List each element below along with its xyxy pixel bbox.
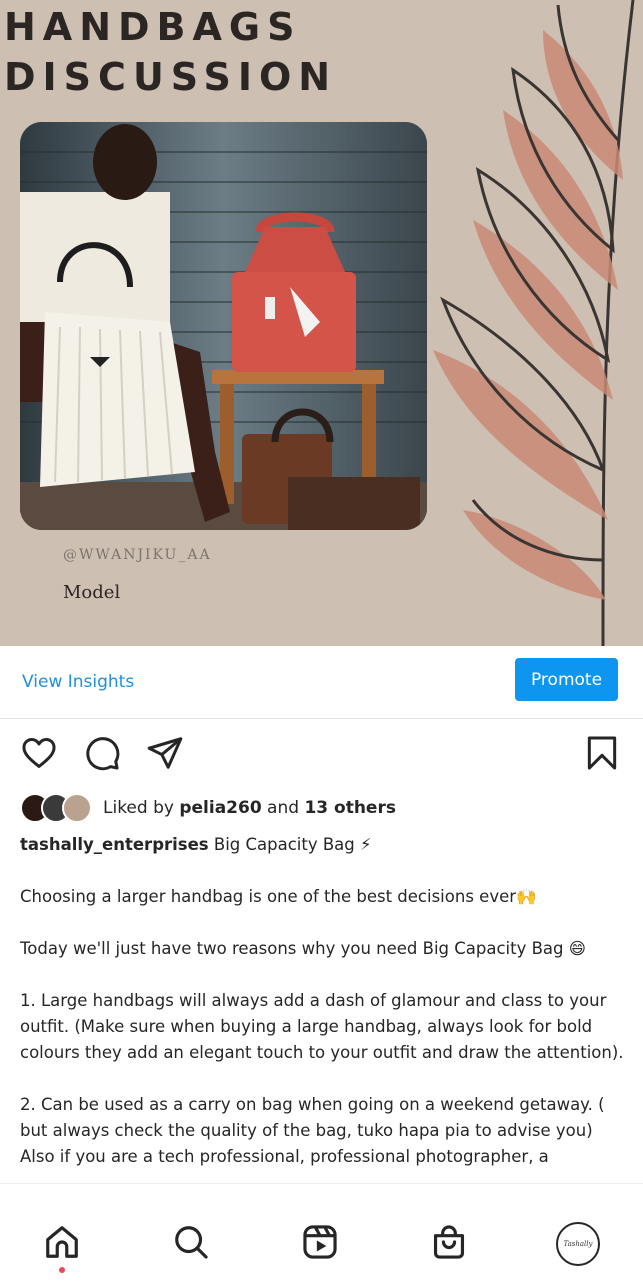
reels-icon[interactable]: [300, 1222, 340, 1262]
comment-icon[interactable]: [83, 734, 121, 776]
caption-paragraph: Today we'll just have two reasons why yo…: [20, 939, 586, 958]
model-credit: @WWANJIKU_AA: [63, 547, 212, 563]
model-role: Model: [63, 582, 121, 603]
post-image[interactable]: HANDBAGS DISCUSSION @WWANJIKU_AA Model: [0, 0, 643, 646]
notification-dot: [59, 1267, 65, 1273]
caption-username[interactable]: tashally_enterprises: [20, 835, 209, 854]
profile-avatar-label: Tashally: [563, 1240, 593, 1248]
home-icon[interactable]: [42, 1222, 82, 1262]
promote-button[interactable]: Promote: [515, 658, 618, 701]
caption-paragraph: 1. Large handbags will always add a dash…: [20, 991, 624, 1062]
shop-icon[interactable]: [429, 1222, 469, 1262]
view-insights-link[interactable]: View Insights: [22, 672, 134, 692]
poster-title-line1: HANDBAGS: [4, 5, 302, 49]
profile-avatar[interactable]: Tashally: [556, 1222, 600, 1266]
avatar: [62, 793, 92, 823]
search-icon[interactable]: [171, 1222, 211, 1262]
caption-paragraph: Also if you are a tech professional, pro…: [20, 1147, 549, 1166]
caption-paragraph: 2. Can be used as a carry on bag when go…: [20, 1095, 605, 1140]
caption-paragraph: Choosing a larger handbag is one of the …: [20, 887, 537, 906]
likes-row[interactable]: Liked by pelia260 and 13 others: [20, 793, 396, 823]
liker-username[interactable]: pelia260: [179, 798, 261, 818]
likes-others[interactable]: 13 others: [304, 798, 396, 818]
leaf-decoration: [433, 0, 635, 646]
caption-headline: Big Capacity Bag ⚡: [208, 835, 372, 854]
bookmark-icon[interactable]: [583, 734, 621, 776]
poster-title-line2: DISCUSSION: [4, 55, 338, 99]
post-caption: tashally_enterprises Big Capacity Bag ⚡ …: [20, 832, 626, 1170]
likes-text: Liked by pelia260 and 13 others: [103, 798, 396, 818]
model-photo: [20, 122, 427, 530]
post-actions: [0, 734, 643, 778]
bottom-nav: Tashally: [0, 1198, 643, 1280]
insights-row: View Insights Promote: [0, 646, 643, 719]
heart-icon[interactable]: [20, 734, 58, 776]
send-icon[interactable]: [146, 734, 184, 776]
